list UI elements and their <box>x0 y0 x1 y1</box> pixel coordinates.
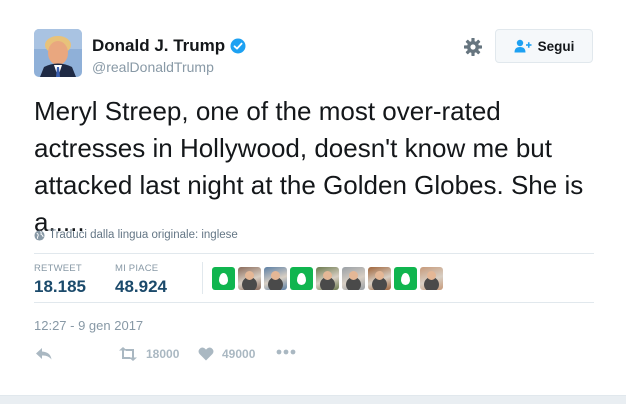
reply-button[interactable] <box>35 347 53 361</box>
liker-avatar-egg[interactable] <box>290 267 313 290</box>
liker-avatar-egg[interactable] <box>394 267 417 290</box>
heart-icon <box>198 347 214 361</box>
likes-stat-count: 48.924 <box>115 277 167 296</box>
translate-label: Traduci dalla lingua originale: inglese <box>49 229 238 241</box>
more-button[interactable] <box>276 349 296 355</box>
retweet-button[interactable]: 18000 <box>118 347 179 361</box>
liker-photo-figure <box>271 271 280 280</box>
author-name[interactable]: Donald J. Trump <box>92 36 225 56</box>
liker-photo-figure <box>245 271 254 280</box>
verified-badge-icon <box>230 38 246 54</box>
globe-icon <box>34 229 45 241</box>
add-user-icon <box>514 39 532 53</box>
author-info[interactable]: Donald J. Trump @realDonaldTrump <box>92 35 246 75</box>
reply-icon <box>36 348 52 360</box>
gear-icon[interactable] <box>463 37 483 57</box>
retweet-stat-count: 18.185 <box>34 277 86 296</box>
liker-photo-figure <box>375 271 384 280</box>
liker-avatar-photo[interactable] <box>420 267 443 290</box>
tweet-text: Meryl Streep, one of the most over-rated… <box>34 96 591 237</box>
liker-avatar-photo[interactable] <box>368 267 391 290</box>
liker-photo-figure <box>427 271 436 280</box>
retweet-action-count: 18000 <box>146 347 180 361</box>
stats-divider <box>202 262 203 294</box>
tweet-page: Donald J. Trump @realDonaldTrump Segui M… <box>0 0 626 404</box>
egg-icon <box>297 272 306 285</box>
tweet-timestamp[interactable]: 12:27 - 9 gen 2017 <box>34 318 143 333</box>
more-icon <box>276 349 296 355</box>
page-bottom-border <box>0 395 626 404</box>
translate-link[interactable]: Traduci dalla lingua originale: inglese <box>34 229 238 241</box>
like-button[interactable]: 49000 <box>198 347 255 361</box>
author-handle[interactable]: @realDonaldTrump <box>92 59 246 75</box>
liker-avatar-photo[interactable] <box>238 267 261 290</box>
author-avatar[interactable] <box>34 29 82 77</box>
profile-photo <box>34 29 82 77</box>
retweet-stat[interactable]: RETWEET 18.185 <box>34 263 86 297</box>
egg-icon <box>401 272 410 285</box>
egg-icon <box>219 272 228 285</box>
retweet-stat-label: RETWEET <box>34 263 82 274</box>
liker-photo-figure <box>349 271 358 280</box>
retweet-icon <box>119 347 137 361</box>
likes-stat-label: MI PIACE <box>115 263 159 274</box>
likes-stat[interactable]: MI PIACE 48.924 <box>115 263 167 297</box>
liker-photo-figure <box>323 271 332 280</box>
liker-avatar-photo[interactable] <box>316 267 339 290</box>
liker-avatar-photo[interactable] <box>264 267 287 290</box>
liker-avatar-photo[interactable] <box>342 267 365 290</box>
tweet-actions: 18000 49000 <box>34 347 334 367</box>
follow-button[interactable]: Segui <box>495 29 593 63</box>
like-action-count: 49000 <box>222 347 256 361</box>
follow-label: Segui <box>537 38 575 54</box>
tweet-stats: RETWEET 18.185 MI PIACE 48.924 <box>34 253 594 303</box>
liker-avatar-egg[interactable] <box>212 267 235 290</box>
liker-avatars <box>212 267 443 290</box>
